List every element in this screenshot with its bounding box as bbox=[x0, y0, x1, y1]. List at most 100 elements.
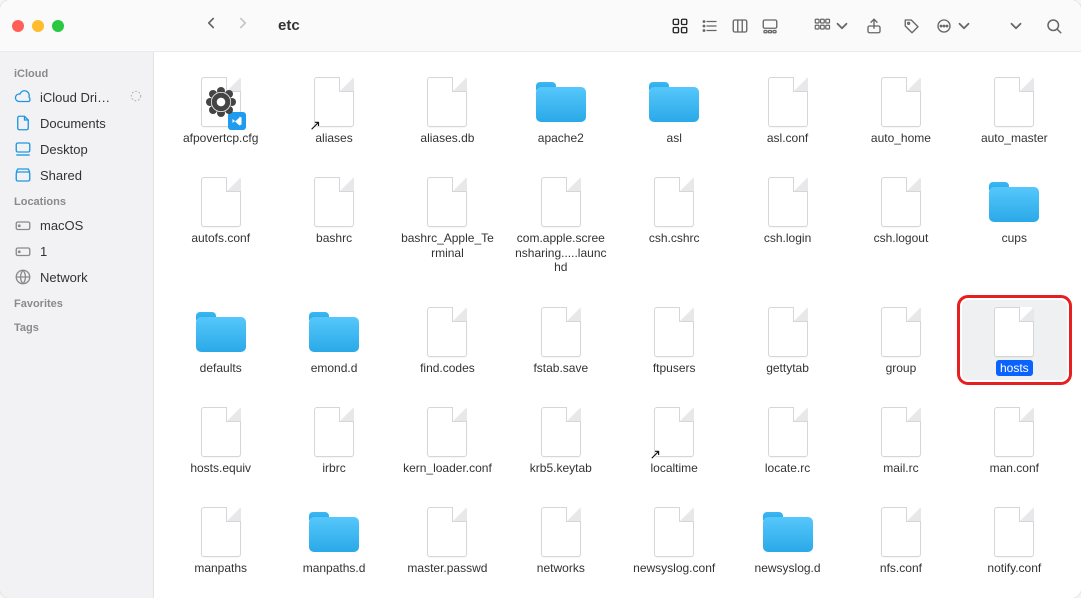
item-label: auto_master bbox=[977, 130, 1052, 146]
cloud-icon bbox=[14, 88, 32, 106]
file-item[interactable]: com.apple.screensharing.....launchd bbox=[508, 170, 613, 279]
file-icon bbox=[881, 177, 921, 227]
file-item[interactable]: ↗aliases bbox=[281, 70, 386, 150]
item-label: nfs.conf bbox=[876, 560, 926, 576]
file-item[interactable]: asl.conf bbox=[735, 70, 840, 150]
file-browser[interactable]: afpovertcp.cfg ↗aliasesaliases.db apache2 a… bbox=[154, 52, 1081, 598]
file-icon bbox=[881, 407, 921, 457]
file-item[interactable]: autofs.conf bbox=[168, 170, 273, 279]
share-button[interactable] bbox=[859, 12, 889, 40]
folder-item[interactable]: asl bbox=[622, 70, 727, 150]
file-item[interactable]: networks bbox=[508, 500, 613, 580]
file-icon bbox=[201, 77, 241, 127]
item-label: apache2 bbox=[534, 130, 588, 146]
view-list-button[interactable] bbox=[695, 12, 725, 40]
doc-icon bbox=[14, 114, 32, 132]
file-item[interactable]: find.codes bbox=[395, 300, 500, 380]
sidebar-item-label: macOS bbox=[40, 218, 83, 233]
file-item[interactable]: manpaths bbox=[168, 500, 273, 580]
item-label: manpaths bbox=[190, 560, 251, 576]
sidebar-item-network[interactable]: Network bbox=[0, 264, 153, 290]
file-icon bbox=[994, 407, 1034, 457]
folder-icon bbox=[309, 312, 359, 352]
view-gallery-button[interactable] bbox=[755, 12, 785, 40]
history-nav bbox=[202, 14, 252, 37]
file-icon bbox=[994, 507, 1034, 557]
item-label: hosts bbox=[996, 360, 1033, 376]
sidebar-item-icloud-drive[interactable]: iCloud Dri… bbox=[0, 84, 153, 110]
file-item[interactable]: nfs.conf bbox=[848, 500, 953, 580]
file-item[interactable]: locate.rc bbox=[735, 400, 840, 480]
file-item[interactable]: hosts bbox=[962, 300, 1067, 380]
view-icons-button[interactable] bbox=[665, 12, 695, 40]
file-item[interactable]: krb5.keytab bbox=[508, 400, 613, 480]
file-item[interactable]: ↗localtime bbox=[622, 400, 727, 480]
file-item[interactable]: notify.conf bbox=[962, 500, 1067, 580]
file-icon bbox=[994, 77, 1034, 127]
item-label: group bbox=[882, 360, 921, 376]
file-icon bbox=[427, 307, 467, 357]
file-item[interactable]: master.passwd bbox=[395, 500, 500, 580]
file-icon bbox=[768, 77, 808, 127]
folder-item[interactable]: cups bbox=[962, 170, 1067, 279]
file-icon bbox=[768, 307, 808, 357]
folder-icon bbox=[649, 82, 699, 122]
file-item[interactable]: newsyslog.conf bbox=[622, 500, 727, 580]
sidebar-item-shared[interactable]: Shared bbox=[0, 162, 153, 188]
file-item[interactable]: fstab.save bbox=[508, 300, 613, 380]
group-by-button[interactable] bbox=[813, 12, 851, 40]
back-button[interactable] bbox=[202, 14, 220, 37]
file-item[interactable]: auto_home bbox=[848, 70, 953, 150]
item-label: csh.cshrc bbox=[645, 230, 704, 246]
folder-item[interactable]: apache2 bbox=[508, 70, 613, 150]
sidebar-item-label: Documents bbox=[40, 116, 106, 131]
minimize-window-button[interactable] bbox=[32, 20, 44, 32]
finder-window: etc bbox=[0, 0, 1081, 598]
item-label: man.conf bbox=[986, 460, 1043, 476]
window-controls bbox=[12, 20, 64, 32]
view-columns-button[interactable] bbox=[725, 12, 755, 40]
sidebar-item-label: Desktop bbox=[40, 142, 88, 157]
shared-icon bbox=[14, 166, 32, 184]
folder-item[interactable]: manpaths.d bbox=[281, 500, 386, 580]
file-item[interactable]: mail.rc bbox=[848, 400, 953, 480]
tags-button[interactable] bbox=[897, 12, 927, 40]
file-icon bbox=[541, 307, 581, 357]
search-button[interactable] bbox=[1039, 12, 1069, 40]
toolbar: etc bbox=[0, 0, 1081, 52]
file-item[interactable]: man.conf bbox=[962, 400, 1067, 480]
file-item[interactable]: csh.login bbox=[735, 170, 840, 279]
file-item[interactable]: irbrc bbox=[281, 400, 386, 480]
file-item[interactable]: hosts.equiv bbox=[168, 400, 273, 480]
file-item[interactable]: csh.cshrc bbox=[622, 170, 727, 279]
file-icon bbox=[654, 307, 694, 357]
sidebar-item-one[interactable]: 1 bbox=[0, 238, 153, 264]
file-item[interactable]: group bbox=[848, 300, 953, 380]
item-label: auto_home bbox=[867, 130, 935, 146]
close-window-button[interactable] bbox=[12, 20, 24, 32]
folder-item[interactable]: emond.d bbox=[281, 300, 386, 380]
item-label: krb5.keytab bbox=[526, 460, 596, 476]
file-item[interactable]: gettytab bbox=[735, 300, 840, 380]
sidebar-item-macos[interactable]: macOS bbox=[0, 212, 153, 238]
sidebar-item-desktop[interactable]: Desktop bbox=[0, 136, 153, 162]
folder-item[interactable]: defaults bbox=[168, 300, 273, 380]
file-item[interactable]: ftpusers bbox=[622, 300, 727, 380]
file-item[interactable]: csh.logout bbox=[848, 170, 953, 279]
desktop-icon bbox=[14, 140, 32, 158]
zoom-window-button[interactable] bbox=[52, 20, 64, 32]
folder-item[interactable]: newsyslog.d bbox=[735, 500, 840, 580]
action-menu-button[interactable] bbox=[935, 12, 973, 40]
file-item[interactable]: auto_master bbox=[962, 70, 1067, 150]
sidebar-item-documents[interactable]: Documents bbox=[0, 110, 153, 136]
file-icon bbox=[427, 407, 467, 457]
overflow-chevrons[interactable] bbox=[1001, 12, 1031, 40]
file-item[interactable]: kern_loader.conf bbox=[395, 400, 500, 480]
item-label: afpovertcp.cfg bbox=[179, 130, 262, 146]
file-item[interactable]: aliases.db bbox=[395, 70, 500, 150]
file-item[interactable]: afpovertcp.cfg bbox=[168, 70, 273, 150]
file-item[interactable]: bashrc bbox=[281, 170, 386, 279]
file-icon bbox=[201, 407, 241, 457]
forward-button[interactable] bbox=[234, 14, 252, 37]
file-item[interactable]: bashrc_Apple_Terminal bbox=[395, 170, 500, 279]
